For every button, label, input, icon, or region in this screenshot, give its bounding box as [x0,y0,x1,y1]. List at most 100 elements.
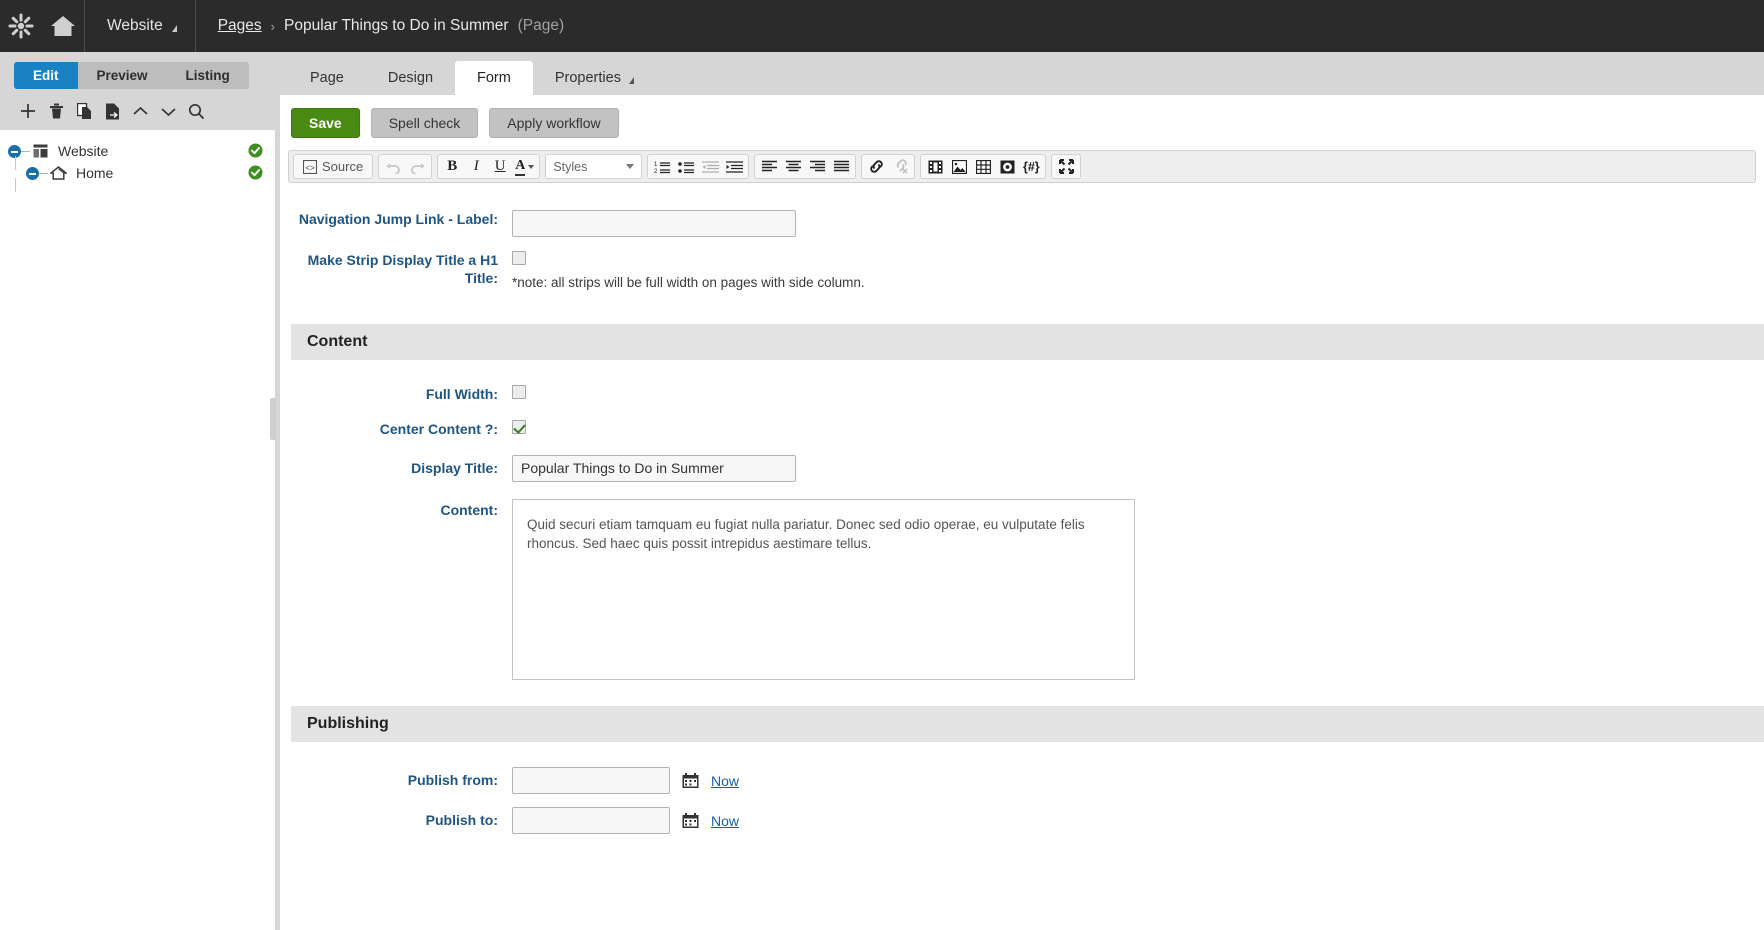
breadcrumb-pages-link[interactable]: Pages [218,17,262,35]
source-icon[interactable]: <> Source [296,155,370,178]
svg-text:2: 2 [654,169,658,174]
chevron-down-icon [628,77,634,84]
bulleted-list-icon[interactable] [674,155,698,178]
align-center-icon[interactable] [781,155,805,178]
field-row-full-width: Full Width: [280,385,1764,403]
unlink-icon[interactable] [888,155,912,178]
insert-media-icon[interactable] [923,155,947,178]
bold-icon[interactable]: B [440,155,464,178]
tree-node-label: Home [76,165,114,181]
calendar-icon[interactable] [682,772,699,789]
toolbar-group-insert: {#} [920,154,1047,179]
tab-design[interactable]: Design [366,61,455,95]
left-panel: Edit Preview Listing Website Home [0,52,275,930]
collapse-toggle-icon[interactable] [26,166,39,180]
svg-text:<>: <> [305,164,315,173]
maximize-icon[interactable] [1054,155,1078,178]
display-title-input[interactable]: Popular Things to Do in Summer [512,455,796,482]
tree-node-label: Website [58,143,109,159]
insert-image-icon[interactable] [947,155,971,178]
italic-icon[interactable]: I [464,155,488,178]
insert-link-icon[interactable] [864,155,888,178]
spell-check-button[interactable]: Spell check [370,107,479,138]
numbered-list-icon[interactable]: 12 [650,155,674,178]
tree-node-home[interactable]: Home [0,162,275,192]
section-header-publishing: Publishing [291,706,1764,742]
search-icon[interactable] [182,98,210,124]
move-down-icon[interactable] [154,98,182,124]
breadcrumb: Pages › Popular Things to Do in Summer (… [196,0,564,52]
toolbar-group-source: <> Source [293,154,374,179]
asterisk-flower-logo-icon[interactable] [0,0,42,52]
field-label: Content: [440,502,498,518]
main-area: Page Design Form Properties Save Spell c… [280,52,1764,930]
field-label: Publish to: [425,812,498,828]
field-label: Display Title: [411,460,498,476]
left-panel-header: Edit Preview Listing [0,52,275,130]
add-page-icon[interactable] [14,98,42,124]
apply-workflow-button[interactable]: Apply workflow [489,107,619,138]
publish-from-input[interactable] [512,767,670,794]
field-label: Full Width: [425,386,498,402]
svg-text:1: 1 [654,162,658,168]
indent-icon[interactable] [722,155,746,178]
center-content-checkbox[interactable] [512,420,526,434]
insert-table-icon[interactable] [971,155,995,178]
field-row-navigation-jump-link: Navigation Jump Link - Label: [280,210,1764,237]
publish-to-input[interactable] [512,807,670,834]
insert-placeholder-icon[interactable]: {#} [1019,155,1043,178]
source-label: Source [322,159,364,174]
align-right-icon[interactable] [805,155,829,178]
align-left-icon[interactable] [757,155,781,178]
field-label: Navigation Jump Link - Label: [298,211,498,227]
tab-bar: Page Design Form Properties [280,52,1764,95]
home-page-icon [48,166,68,180]
full-width-checkbox[interactable] [512,385,526,399]
field-row-publish-to: Publish to: Now [280,807,1764,834]
tab-page[interactable]: Page [288,61,366,95]
delete-icon[interactable] [42,98,70,124]
tab-properties[interactable]: Properties [533,61,656,95]
navigation-jump-link-input[interactable] [512,210,796,237]
move-page-icon[interactable] [98,98,126,124]
tab-properties-label: Properties [554,70,621,86]
insert-widget-icon[interactable] [995,155,1019,178]
styles-dropdown[interactable]: Styles [545,154,643,179]
align-justify-icon[interactable] [829,155,853,178]
publish-to-now-link[interactable]: Now [711,813,739,829]
home-icon[interactable] [42,0,84,52]
field-label: Center Content ?: [379,421,498,437]
h1-title-checkbox[interactable] [512,251,526,265]
outdent-icon[interactable] [698,155,722,178]
copy-icon[interactable] [70,98,98,124]
site-selector[interactable]: Website [85,0,195,52]
text-color-icon[interactable]: A [512,155,537,178]
styles-label: Styles [553,159,588,174]
field-label: Make Strip Display Title a H1 Title: [307,252,498,286]
mode-edit[interactable]: Edit [14,62,78,89]
tab-form[interactable]: Form [455,61,533,95]
page-tree: Website Home [0,130,275,192]
move-up-icon[interactable] [126,98,154,124]
breadcrumb-separator: › [270,18,276,34]
tree-node-website[interactable]: Website [0,140,275,170]
strip-note: *note: all strips will be full width on … [512,275,865,290]
publish-from-now-link[interactable]: Now [711,773,739,789]
status-badge-published [248,165,263,180]
mode-preview[interactable]: Preview [78,62,167,89]
undo-icon[interactable] [381,155,405,178]
underline-icon[interactable]: U [488,155,512,178]
calendar-icon[interactable] [682,812,699,829]
breadcrumb-current: Popular Things to Do in Summer [284,17,509,34]
mode-listing[interactable]: Listing [167,62,249,89]
content-richtext-area[interactable]: Quid securi etiam tamquam eu fugiat null… [512,499,1135,680]
field-label: Publish from: [407,772,498,788]
toolbar-group-align [754,154,857,179]
field-row-content: Content: Quid securi etiam tamquam eu fu… [280,499,1764,680]
redo-icon[interactable] [405,155,429,178]
panel-resize-handle[interactable] [270,398,276,440]
toolbar-group-history [378,154,433,179]
rich-text-toolbar: <> Source B I U A Styles 1 2 {#} [288,150,1756,183]
save-button[interactable]: Save [291,107,360,138]
mode-switch: Edit Preview Listing [14,62,249,89]
